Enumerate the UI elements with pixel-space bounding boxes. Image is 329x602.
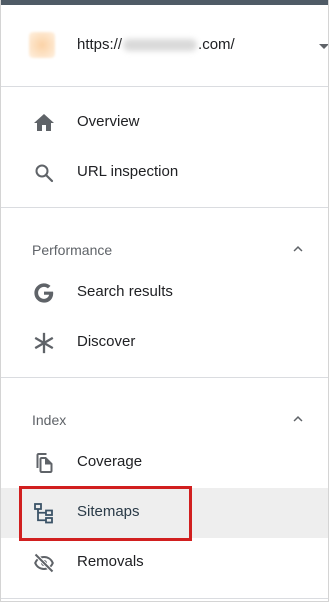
- google-g-icon: [34, 283, 54, 303]
- section-divider: [1, 598, 328, 599]
- nav-label-removals: Removals: [77, 553, 144, 570]
- nav-item-coverage[interactable]: Coverage: [1, 438, 328, 488]
- section-title-performance: Performance: [32, 242, 113, 258]
- asterisk-icon: [34, 332, 54, 354]
- section-divider: [1, 207, 328, 208]
- home-icon: [34, 114, 54, 131]
- property-url: https:// .com/: [77, 36, 235, 53]
- nav-item-sitemaps[interactable]: Sitemaps: [1, 488, 328, 538]
- nav-item-discover[interactable]: Discover: [1, 318, 328, 368]
- nav-label-discover: Discover: [77, 333, 136, 350]
- property-url-prefix: https://: [77, 36, 123, 53]
- nav-label-sitemaps: Sitemaps: [77, 503, 140, 520]
- chevron-up-icon[interactable]: [289, 240, 307, 258]
- chevron-up-icon[interactable]: [289, 410, 307, 428]
- nav-label-overview: Overview: [77, 113, 140, 130]
- property-selector[interactable]: https:// .com/: [1, 5, 328, 87]
- nav-label-coverage: Coverage: [77, 453, 143, 470]
- nav-item-removals[interactable]: Removals: [1, 538, 328, 588]
- section-divider: [1, 377, 328, 378]
- property-url-suffix: .com/: [198, 36, 235, 53]
- sitemap-icon: [34, 503, 53, 524]
- redacted-domain: [123, 39, 198, 52]
- nav-item-search-results[interactable]: Search results: [1, 268, 328, 318]
- dropdown-caret-icon[interactable]: [319, 44, 328, 49]
- section-title-index: Index: [32, 412, 67, 428]
- nav-label-search-results: Search results: [77, 283, 173, 300]
- nav-item-overview[interactable]: Overview: [1, 98, 328, 148]
- search-icon: [35, 164, 54, 183]
- eye-off-icon: [34, 553, 54, 573]
- search-console-sidebar: https:// .com/ Overview URL inspection Pe…: [0, 0, 329, 602]
- site-favicon: [29, 32, 55, 58]
- nav-item-url-inspection[interactable]: URL inspection: [1, 148, 328, 198]
- copy-pages-icon: [36, 453, 53, 473]
- nav-label-url-inspection: URL inspection: [77, 163, 179, 180]
